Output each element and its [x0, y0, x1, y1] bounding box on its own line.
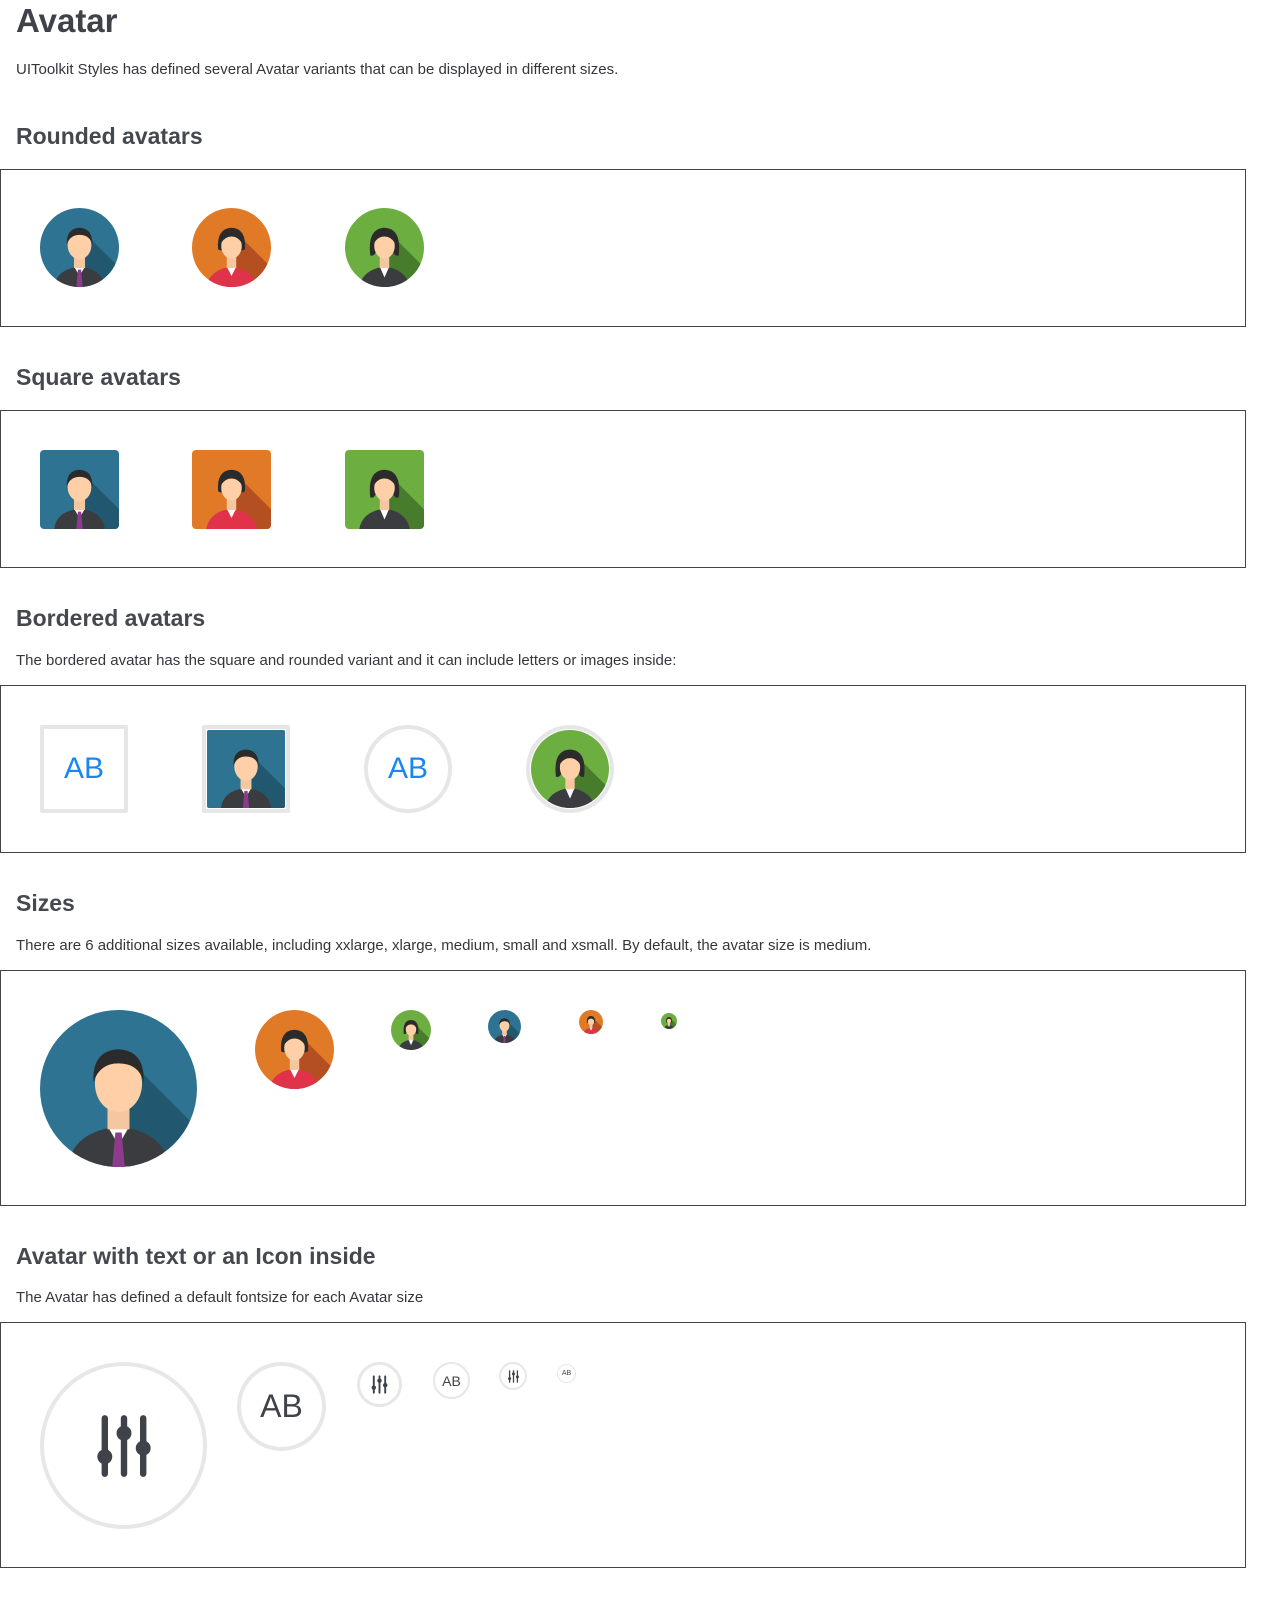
text-icon-avatars-panel: AB AB AB	[0, 1322, 1246, 1568]
bordered-square-image-avatar	[202, 725, 290, 813]
text-icon-avatars-description: The Avatar has defined a default fontsiz…	[16, 1289, 424, 1306]
bordered-round-image-avatar	[526, 725, 614, 813]
initials-avatar-xsmall: AB	[557, 1364, 576, 1383]
man-avatar-icon	[488, 1010, 521, 1043]
icon-avatar-large	[357, 1362, 402, 1407]
woman-avatar-icon	[255, 1010, 334, 1089]
page-title: Avatar	[16, 2, 118, 39]
woman-avatar-icon	[345, 450, 424, 529]
text-icon-avatars-heading: Avatar with text or an Icon inside	[16, 1243, 376, 1269]
woman-avatar-icon	[391, 1010, 431, 1050]
man-avatar-icon	[40, 450, 119, 529]
sizes-heading: Sizes	[16, 890, 75, 916]
man-avatar-icon	[207, 730, 285, 808]
bordered-round-initials-avatar: AB	[364, 725, 452, 813]
avatar-initials: AB	[63, 752, 105, 785]
man-avatar-icon	[40, 1010, 197, 1167]
bordered-avatars-heading: Bordered avatars	[16, 605, 206, 631]
woman-avatar-icon	[579, 1010, 603, 1034]
rounded-avatars-heading: Rounded avatars	[16, 123, 203, 149]
icon-avatar-xxlarge	[40, 1362, 207, 1529]
woman-avatar-icon	[531, 730, 609, 808]
rounded-avatars-panel	[0, 169, 1246, 327]
woman-avatar-icon	[192, 450, 271, 529]
bordered-square-initials-avatar: AB	[40, 725, 128, 813]
bordered-avatars-panel: AB AB	[0, 685, 1246, 853]
sizes-description: There are 6 additional sizes available, …	[16, 937, 872, 954]
initials-avatar-medium: AB	[433, 1362, 470, 1399]
sizes-panel	[0, 970, 1246, 1206]
woman-avatar-icon	[192, 208, 271, 287]
sliders-icon	[507, 1370, 520, 1383]
bordered-avatars-description: The bordered avatar has the square and r…	[16, 652, 677, 669]
initials-avatar-xlarge: AB	[237, 1362, 326, 1451]
square-avatars-panel	[0, 410, 1246, 568]
sliders-icon	[92, 1414, 156, 1478]
avatar-initials: AB	[387, 752, 429, 785]
woman-avatar-icon	[345, 208, 424, 287]
man-avatar-icon	[40, 208, 119, 287]
page-intro: UIToolkit Styles has defined several Ava…	[16, 61, 619, 78]
square-avatars-heading: Square avatars	[16, 364, 181, 390]
woman-avatar-icon	[661, 1013, 677, 1029]
sliders-icon	[370, 1375, 389, 1394]
icon-avatar-small	[499, 1362, 527, 1390]
